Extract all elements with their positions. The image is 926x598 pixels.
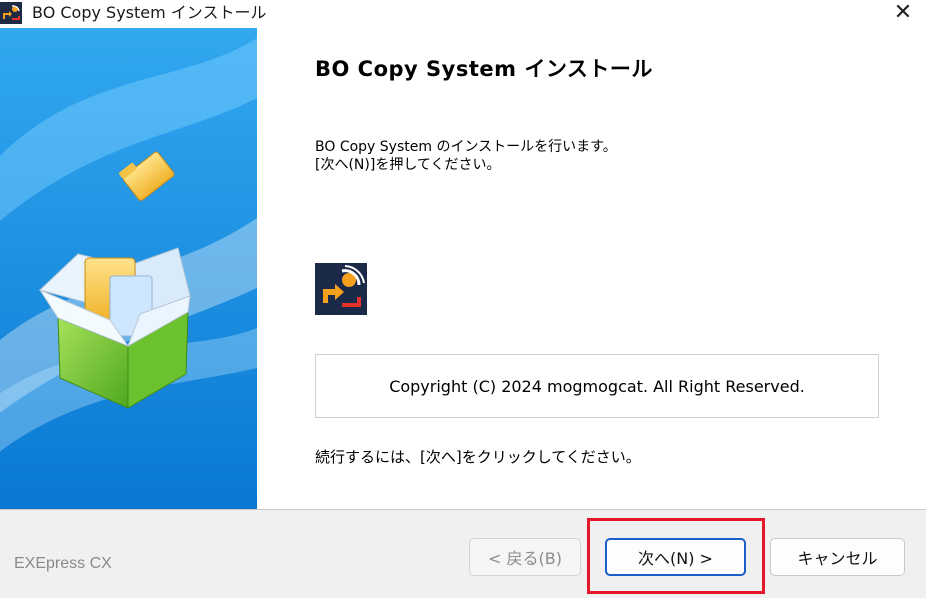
close-icon[interactable]: ✕ <box>880 0 926 28</box>
brand-label: EXEpress CX <box>14 555 112 572</box>
installer-window: BO Copy System インストール ✕ BO Copy System イ… <box>0 0 926 598</box>
window-title: BO Copy System インストール <box>32 3 267 22</box>
button-bar: EXEpress CX < 戻る(B) 次へ(N) > キャンセル <box>0 509 926 598</box>
cancel-button[interactable]: キャンセル <box>770 538 905 576</box>
back-button[interactable]: < 戻る(B) <box>469 538 581 576</box>
side-banner <box>0 28 257 509</box>
package-box-illustration <box>0 28 257 509</box>
app-title-icon <box>0 2 22 24</box>
content-panel: BO Copy System インストール BO Copy System のイン… <box>257 28 926 509</box>
app-logo-icon <box>315 263 367 315</box>
continue-instruction: 続行するには、[次へ]をクリックしてください。 <box>315 448 641 466</box>
page-title: BO Copy System インストール <box>315 57 653 81</box>
title-bar: BO Copy System インストール ✕ <box>0 0 926 28</box>
copyright-notice: Copyright (C) 2024 mogmogcat. All Right … <box>315 354 879 418</box>
next-button[interactable]: 次へ(N) > <box>605 538 746 576</box>
description-text: BO Copy System のインストールを行います。 [次へ(N)]を押して… <box>315 139 617 173</box>
